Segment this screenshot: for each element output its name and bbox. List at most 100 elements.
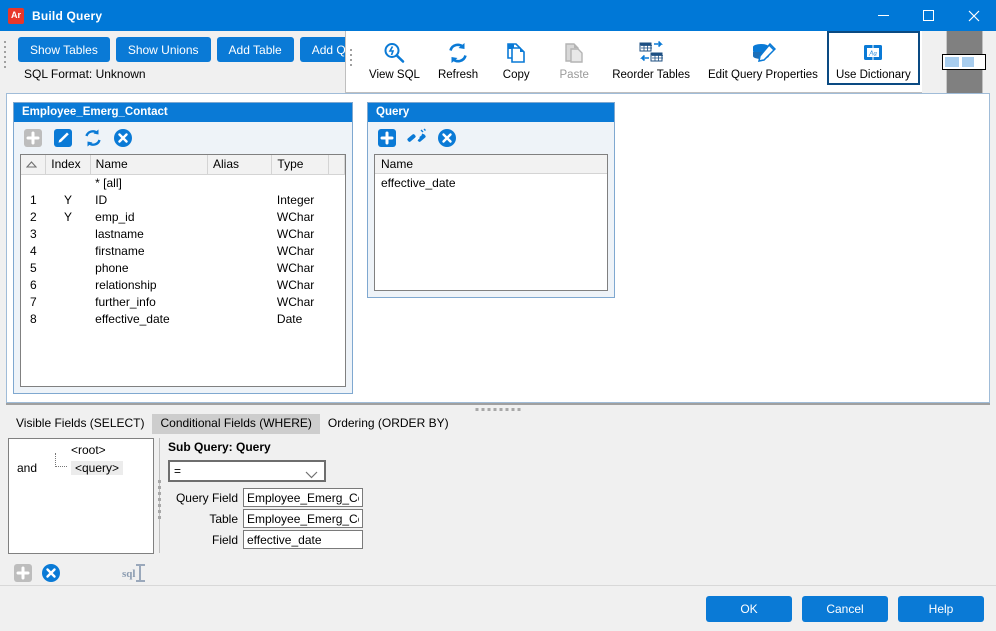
table-row[interactable]: 6 relationship WChar [21,276,345,293]
ok-button[interactable]: OK [706,596,792,622]
row-name: lastname [90,225,207,242]
table-row[interactable]: 2 Y emp_id WChar [21,208,345,225]
refresh-icon [443,39,473,67]
condition-tree[interactable]: <root> and <query> [8,438,154,554]
delete-icon[interactable] [112,127,134,149]
table-row[interactable]: 3 lastname WChar [21,225,345,242]
row-name: relationship [90,276,207,293]
ribbon-item-reorder-tables[interactable]: Reorder Tables [603,31,699,85]
row-alias [208,225,272,242]
tree-operator-and[interactable]: and [17,461,37,475]
query-grid-body: effective_date [375,174,607,290]
join-icon[interactable] [406,127,428,149]
delete-icon[interactable] [40,562,62,584]
ribbon-item-view-sql[interactable]: View SQL [360,31,429,85]
ribbon-item-refresh[interactable]: Refresh [429,31,487,85]
column-header-alias[interactable]: Alias [208,155,272,174]
dialog-footer: OK Cancel Help [0,585,996,631]
tab-conditional-fields[interactable]: Conditional Fields (WHERE) [152,414,319,434]
vertical-splitter[interactable] [154,438,168,585]
table-panel-title: Employee_Emerg_Contact [14,103,352,122]
row-index [46,310,90,327]
horizontal-splitter[interactable] [6,403,990,414]
field-field-label: Field [168,533,238,547]
add-icon[interactable] [22,127,44,149]
row-type: WChar [272,293,328,310]
ribbon-item-paste[interactable]: Paste [545,31,603,85]
ribbon-item-edit-query-properties[interactable]: Edit Query Properties [699,31,827,85]
build-query-window: Ar Build Query Show Tables Show Unions A… [0,0,996,631]
ribbon-item-copy[interactable]: Copy [487,31,545,85]
table-row[interactable]: 4 firstname WChar [21,242,345,259]
delete-icon[interactable] [436,127,458,149]
query-field-input[interactable] [243,488,363,507]
window-title: Build Query [32,9,861,23]
row-pad [328,225,344,242]
query-field-row: Query Field [168,488,996,507]
query-action-buttons: Show Tables Show Unions Add Table Add Qu… [18,37,345,62]
row-name: further_info [90,293,207,310]
column-header-name[interactable]: Name [90,155,207,174]
row-index [46,225,90,242]
vertical-splitter-grip [158,480,161,519]
minimize-button[interactable] [861,0,906,31]
table-field-grid[interactable]: Index Name Alias Type * [all] [20,154,346,387]
add-table-button[interactable]: Add Table [217,37,294,62]
list-item[interactable]: effective_date [381,176,601,193]
row-pad [328,242,344,259]
row-index: Y [46,208,90,225]
table-row[interactable]: 8 effective_date Date [21,310,345,327]
add-icon[interactable] [376,127,398,149]
close-button[interactable] [951,0,996,31]
row-pad [328,259,344,276]
sub-query-title: Sub Query: Query [168,440,996,454]
cancel-button[interactable]: Cancel [802,596,888,622]
ribbon-overflow[interactable] [922,31,982,93]
ribbon-toolbar: View SQL Refresh [345,31,983,93]
ribbon-item-use-dictionary[interactable]: Aa Use Dictionary [827,31,920,85]
table-row[interactable]: 1 Y ID Integer [21,191,345,208]
table-row[interactable]: 5 phone WChar [21,259,345,276]
operator-select[interactable]: = [168,460,326,482]
show-unions-button[interactable]: Show Unions [116,37,211,62]
refresh-icon[interactable] [82,127,104,149]
show-tables-button[interactable]: Show Tables [18,37,110,62]
sort-indicator-header[interactable] [21,155,46,174]
row-type: WChar [272,259,328,276]
tree-node-root[interactable]: <root> [71,443,106,457]
sub-query-editor: Sub Query: Query = Query Field Table Fie… [168,438,996,585]
tab-visible-fields[interactable]: Visible Fields (SELECT) [8,414,152,434]
condition-tree-buttons: sql [8,562,154,584]
conditional-fields-pane: <root> and <query> [0,434,996,585]
table-header-row: Index Name Alias Type [21,155,345,174]
add-icon[interactable] [12,562,34,584]
row-alias [208,293,272,310]
table-field-input[interactable] [243,509,363,528]
query-column-header-name[interactable]: Name [375,155,607,174]
row-alias [208,208,272,225]
splitter-bar [6,403,990,405]
sql-format-label: SQL Format: Unknown [24,67,345,81]
row-alias [208,174,272,191]
tab-ordering[interactable]: Ordering (ORDER BY) [320,414,457,434]
edit-icon[interactable] [52,127,74,149]
column-header-index[interactable]: Index [46,155,90,174]
query-field-grid[interactable]: Name effective_date [374,154,608,291]
field-tabs: Visible Fields (SELECT) Conditional Fiel… [0,414,996,434]
table-row[interactable]: 7 further_info WChar [21,293,345,310]
ribbon-overflow-chip[interactable] [942,54,986,70]
row-number: 1 [21,191,46,208]
table-row[interactable]: * [all] [21,174,345,191]
reorder-tables-icon [636,39,666,67]
dictionary-icon: Aa [858,39,888,67]
query-canvas: Employee_Emerg_Contact [6,93,990,403]
tree-node-query[interactable]: <query> [71,461,123,475]
maximize-button[interactable] [906,0,951,31]
field-field-input[interactable] [243,530,363,549]
row-index [46,242,90,259]
column-header-type[interactable]: Type [272,155,328,174]
help-button[interactable]: Help [898,596,984,622]
table-panel-toolbar [14,122,352,154]
view-sql-icon [379,39,409,67]
row-number: 8 [21,310,46,327]
